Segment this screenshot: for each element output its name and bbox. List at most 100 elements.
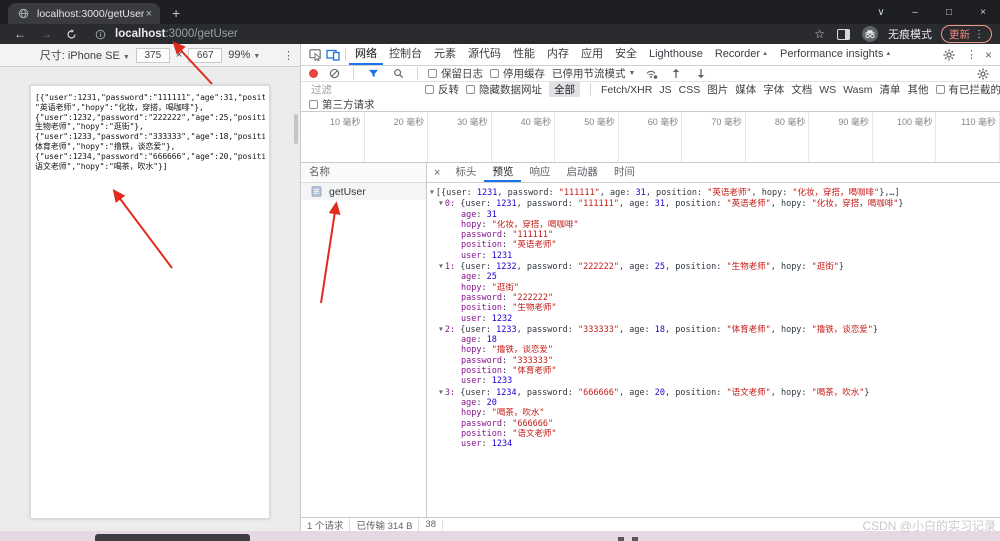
preview-line[interactable]: hopy: "化妆，穿搭，喝咖啡"	[427, 220, 1000, 230]
devtools-tab-控制台[interactable]: 控制台	[383, 44, 428, 65]
inspect-element-icon[interactable]	[306, 48, 324, 61]
back-icon[interactable]: ←	[14, 27, 26, 41]
omnibox[interactable]: localhost:3000/getUser	[91, 28, 814, 40]
preview-line[interactable]: age: 31	[427, 210, 1000, 220]
device-select[interactable]: 尺寸: iPhone SE ▼	[40, 47, 130, 63]
preview-line[interactable]: age: 25	[427, 272, 1000, 282]
filter-chip-其他[interactable]: 其他	[908, 82, 929, 97]
filter-chip-WS[interactable]: WS	[819, 84, 836, 96]
preview-line[interactable]: user: 1231	[427, 251, 1000, 261]
viewport-height-input[interactable]	[188, 47, 223, 63]
network-conditions-icon[interactable]	[642, 68, 660, 79]
browser-tab[interactable]: localhost:3000/getUser ×	[8, 3, 160, 24]
preserve-log-checkbox[interactable]: 保留日志	[428, 66, 483, 81]
preview-json-tree[interactable]: ▼ [{user: 1231, password: "111111", age: …	[427, 183, 1000, 517]
preview-line[interactable]: ▼ 2: {user: 1233, password: "333333", age…	[427, 324, 1000, 335]
devtools-settings-gear-icon[interactable]	[940, 49, 958, 61]
preview-line[interactable]: ▼ 0: {user: 1231, password: "111111", age…	[427, 198, 1000, 209]
filter-chip-图片[interactable]: 图片	[707, 82, 728, 97]
detail-tab-标头[interactable]: 标头	[447, 163, 484, 182]
throttling-select[interactable]: 已停用节流模式 ▼	[552, 66, 635, 81]
page-info-icon[interactable]	[91, 29, 109, 40]
devtools-menu-icon[interactable]: ⋮	[966, 48, 977, 61]
filter-chip-全部[interactable]: 全部	[549, 82, 580, 97]
devtools-tab-Performance insights[interactable]: Performance insights ▲	[774, 44, 897, 65]
hide-data-urls-checkbox[interactable]: 隐藏数据网址	[466, 82, 542, 97]
devtools-tab-性能[interactable]: 性能	[507, 44, 541, 65]
third-party-checkbox[interactable]: 第三方请求	[309, 97, 375, 112]
devtools-tab-安全[interactable]: 安全	[609, 44, 643, 65]
forward-icon[interactable]: →	[40, 27, 52, 41]
filter-chip-文档[interactable]: 文档	[791, 82, 812, 97]
devtools-tab-源代码[interactable]: 源代码	[462, 44, 507, 65]
devtools-close-icon[interactable]: ×	[985, 48, 992, 62]
side-panel-icon[interactable]	[834, 28, 852, 40]
import-har-icon[interactable]	[667, 68, 685, 79]
network-overview-timeline[interactable]: 10 毫秒 20 毫秒 30 毫秒 40 毫秒 50 毫秒 60 毫秒 70 毫秒 80 毫秒…	[301, 112, 1000, 163]
filter-chip-JS[interactable]: JS	[659, 84, 671, 96]
filter-chip-媒体[interactable]: 媒体	[735, 82, 756, 97]
preview-line[interactable]: ▼ 3: {user: 1234, password: "666666", age…	[427, 387, 1000, 398]
network-settings-gear-icon[interactable]	[974, 68, 1000, 80]
preview-line[interactable]: position: "英语老师"	[427, 240, 1000, 250]
clear-network-log-icon[interactable]	[325, 68, 343, 79]
preview-line[interactable]: password: "666666"	[427, 419, 1000, 429]
detail-tab-响应[interactable]: 响应	[521, 163, 558, 182]
filter-chip-Wasm[interactable]: Wasm	[843, 84, 872, 96]
reload-icon[interactable]	[66, 28, 77, 40]
preview-line[interactable]: ▼ [{user: 1231, password: "111111", age: …	[427, 187, 1000, 198]
devtools-tab-网络[interactable]: 网络	[349, 44, 383, 65]
preview-line[interactable]: age: 20	[427, 398, 1000, 408]
preview-line[interactable]: user: 1233	[427, 376, 1000, 386]
maximize-button[interactable]: □	[932, 7, 966, 18]
minimize-button[interactable]: –	[898, 7, 932, 18]
filter-chip-字体[interactable]: 字体	[763, 82, 784, 97]
preview-line[interactable]: position: "生物老师"	[427, 303, 1000, 313]
preview-line[interactable]: password: "111111"	[427, 230, 1000, 240]
browser-menu-icon[interactable]: ⋮	[974, 29, 984, 40]
filter-chip-Fetch/XHR[interactable]: Fetch/XHR	[601, 84, 652, 96]
preview-line[interactable]: age: 18	[427, 335, 1000, 345]
close-window-button[interactable]: ×	[966, 7, 1000, 18]
devtools-tab-Lighthouse[interactable]: Lighthouse	[643, 44, 709, 65]
detail-tab-预览[interactable]: 预览	[484, 163, 522, 182]
export-har-icon[interactable]	[692, 68, 710, 79]
devtools-tab-Recorder[interactable]: Recorder ▲	[709, 44, 774, 65]
preview-line[interactable]: hopy: "喝茶，吹水"	[427, 408, 1000, 418]
disable-cache-checkbox[interactable]: 停用缓存	[490, 66, 545, 81]
devtools-tab-内存[interactable]: 内存	[541, 44, 575, 65]
tab-close-icon[interactable]: ×	[144, 8, 154, 20]
zoom-select[interactable]: 99% ▼	[228, 49, 260, 61]
filter-chip-清单[interactable]: 清单	[880, 82, 901, 97]
viewport-width-input[interactable]	[135, 47, 170, 63]
detail-tab-时间[interactable]: 时间	[606, 163, 643, 182]
devtools-tab-元素[interactable]: 元素	[428, 44, 462, 65]
preview-line[interactable]: ▼ 1: {user: 1232, password: "222222", age…	[427, 261, 1000, 272]
preview-line[interactable]: hopy: "逛街"	[427, 283, 1000, 293]
filter-chip-CSS[interactable]: CSS	[679, 84, 701, 96]
preview-line[interactable]: user: 1232	[427, 314, 1000, 324]
preview-line[interactable]: password: "333333"	[427, 356, 1000, 366]
blocked-cookies-checkbox[interactable]: 有已拦截的 Cookie	[935, 82, 1000, 97]
preview-line[interactable]: password: "222222"	[427, 293, 1000, 303]
record-network-log-icon[interactable]	[309, 69, 318, 78]
update-chip[interactable]: 更新 ⋮	[941, 25, 992, 43]
new-tab-button[interactable]: +	[172, 5, 180, 21]
preview-line[interactable]: user: 1234	[427, 439, 1000, 449]
filter-funnel-icon[interactable]	[364, 68, 382, 79]
preview-line[interactable]: position: "语文老师"	[427, 429, 1000, 439]
request-list-header[interactable]: 名称	[301, 163, 426, 183]
invert-checkbox[interactable]: 反转	[425, 82, 459, 97]
close-detail-icon[interactable]: ×	[427, 167, 447, 179]
tab-search-icon[interactable]: ∨	[864, 7, 898, 18]
request-row[interactable]: getUser	[301, 183, 426, 200]
device-toolbar-menu-icon[interactable]: ⋮	[283, 49, 294, 62]
devtools-tab-应用[interactable]: 应用	[575, 44, 609, 65]
bookmark-star-icon[interactable]: ☆	[814, 27, 825, 41]
search-icon[interactable]	[389, 68, 407, 79]
preview-line[interactable]: hopy: "撸铁，谈恋爱"	[427, 345, 1000, 355]
incognito-avatar-icon[interactable]	[861, 26, 879, 42]
filter-input[interactable]	[309, 82, 418, 97]
toggle-device-toolbar-icon[interactable]	[324, 48, 342, 61]
scrollbar-thumb[interactable]	[294, 114, 298, 144]
